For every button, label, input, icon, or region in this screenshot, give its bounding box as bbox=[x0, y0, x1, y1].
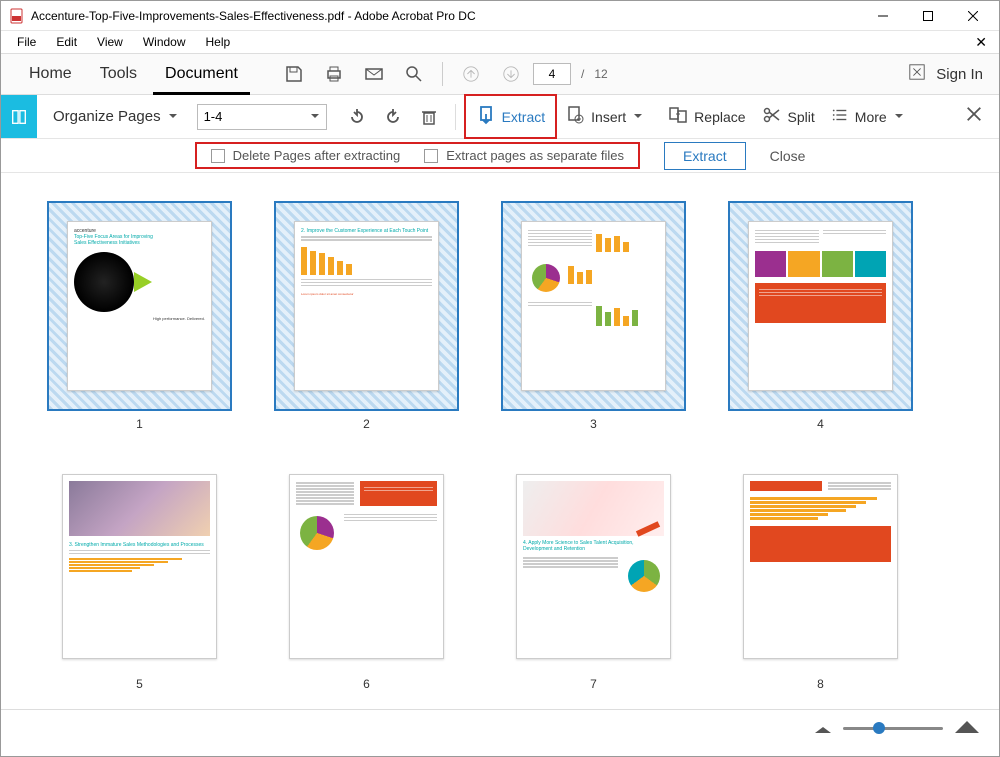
save-icon[interactable] bbox=[284, 64, 304, 84]
page-number: 5 bbox=[136, 677, 143, 691]
primary-toolbar: Home Tools Document / 12 Sign In bbox=[1, 53, 999, 95]
page-total: 12 bbox=[594, 67, 607, 81]
page-number: 4 bbox=[817, 417, 824, 431]
tab-tools[interactable]: Tools bbox=[88, 56, 149, 92]
extract-action-button[interactable]: Extract bbox=[664, 142, 746, 170]
rotate-right-icon[interactable] bbox=[382, 106, 404, 128]
print-icon[interactable] bbox=[324, 64, 344, 84]
organize-side-tab[interactable] bbox=[1, 95, 37, 138]
pdf-file-icon bbox=[9, 8, 25, 24]
search-icon[interactable] bbox=[404, 64, 424, 84]
extract-options-row: Delete Pages after extracting Extract pa… bbox=[1, 139, 999, 173]
window-controls bbox=[860, 2, 995, 30]
replace-button[interactable]: Replace bbox=[660, 101, 753, 132]
close-document-icon[interactable]: ✕ bbox=[965, 32, 993, 53]
separate-files-label: Extract pages as separate files bbox=[446, 148, 624, 163]
close-button[interactable]: Close bbox=[770, 148, 806, 164]
page-thumbnail-8[interactable]: 8 bbox=[728, 461, 913, 691]
checkbox-icon bbox=[424, 149, 438, 163]
page-number: 1 bbox=[136, 417, 143, 431]
separator bbox=[455, 104, 456, 130]
thumbnail-grid[interactable]: accenture Top-Five Focus Areas for Impro… bbox=[1, 173, 999, 709]
split-button[interactable]: Split bbox=[754, 101, 823, 132]
page-thumbnail-4[interactable]: 4 bbox=[728, 201, 913, 431]
chevron-down-icon bbox=[895, 114, 903, 118]
page-separator: / bbox=[581, 67, 584, 81]
rotate-left-icon[interactable] bbox=[346, 106, 368, 128]
organize-toolbar: Organize Pages Extract Insert Replace Sp… bbox=[1, 95, 999, 139]
prev-page-icon[interactable] bbox=[461, 64, 481, 84]
page-number: 7 bbox=[590, 677, 597, 691]
tab-home[interactable]: Home bbox=[17, 56, 84, 92]
chevron-down-icon bbox=[634, 114, 642, 118]
next-page-icon[interactable] bbox=[501, 64, 521, 84]
insert-label: Insert bbox=[591, 109, 626, 125]
extract-icon bbox=[476, 105, 496, 128]
separator bbox=[442, 62, 443, 86]
signin-close-icon[interactable] bbox=[908, 63, 926, 85]
delete-after-checkbox[interactable]: Delete Pages after extracting bbox=[211, 148, 401, 163]
extract-label: Extract bbox=[502, 109, 546, 125]
zoom-out-icon[interactable] bbox=[815, 720, 831, 738]
menu-view[interactable]: View bbox=[87, 33, 133, 51]
tab-document[interactable]: Document bbox=[153, 53, 250, 95]
page-range-input[interactable] bbox=[197, 104, 327, 130]
zoom-slider[interactable] bbox=[843, 727, 943, 730]
page-number: 3 bbox=[590, 417, 597, 431]
page-number: 2 bbox=[363, 417, 370, 431]
delete-after-label: Delete Pages after extracting bbox=[233, 148, 401, 163]
page-number-input[interactable] bbox=[533, 63, 571, 85]
range-dropdown-icon[interactable] bbox=[311, 114, 319, 118]
menu-window[interactable]: Window bbox=[133, 33, 196, 51]
signin-button[interactable]: Sign In bbox=[936, 66, 983, 83]
menu-help[interactable]: Help bbox=[196, 33, 241, 51]
menu-file[interactable]: File bbox=[7, 33, 46, 51]
menu-edit[interactable]: Edit bbox=[46, 33, 87, 51]
insert-icon bbox=[565, 105, 585, 128]
insert-button[interactable]: Insert bbox=[557, 101, 660, 132]
zoom-in-icon[interactable] bbox=[955, 719, 979, 738]
page-thumbnail-3[interactable]: 3 bbox=[501, 201, 686, 431]
close-window-button[interactable] bbox=[950, 2, 995, 30]
window-title: Accenture-Top-Five-Improvements-Sales-Ef… bbox=[31, 9, 860, 23]
close-tool-icon[interactable] bbox=[965, 105, 983, 128]
replace-icon bbox=[668, 105, 688, 128]
list-icon bbox=[831, 106, 849, 127]
scissors-icon bbox=[762, 105, 782, 128]
more-button[interactable]: More bbox=[823, 102, 921, 131]
page-thumbnail-6[interactable]: 6 bbox=[274, 461, 459, 691]
checkbox-icon bbox=[211, 149, 225, 163]
trash-icon[interactable] bbox=[418, 106, 440, 128]
page-thumbnail-1[interactable]: accenture Top-Five Focus Areas for Impro… bbox=[47, 201, 232, 431]
page-thumbnail-7[interactable]: 4. Apply More Science to Sales Talent Ac… bbox=[501, 461, 686, 691]
titlebar: Accenture-Top-Five-Improvements-Sales-Ef… bbox=[1, 1, 999, 31]
split-label: Split bbox=[788, 109, 815, 125]
maximize-button[interactable] bbox=[905, 2, 950, 30]
page-thumbnail-5[interactable]: 3. Strengthen Immature Sales Methodologi… bbox=[47, 461, 232, 691]
signin-area: Sign In bbox=[908, 63, 983, 85]
menubar: File Edit View Window Help ✕ bbox=[1, 31, 999, 53]
minimize-button[interactable] bbox=[860, 2, 905, 30]
extract-options-highlight: Delete Pages after extracting Extract pa… bbox=[195, 142, 640, 169]
page-number: 8 bbox=[817, 677, 824, 691]
separate-files-checkbox[interactable]: Extract pages as separate files bbox=[424, 148, 624, 163]
replace-label: Replace bbox=[694, 109, 745, 125]
zoom-bar bbox=[1, 709, 999, 747]
page-thumbnail-2[interactable]: 2. Improve the Customer Experience at Ea… bbox=[274, 201, 459, 431]
slider-knob[interactable] bbox=[873, 722, 885, 734]
chevron-down-icon bbox=[169, 114, 177, 118]
extract-button[interactable]: Extract bbox=[464, 94, 558, 139]
mail-icon[interactable] bbox=[364, 64, 384, 84]
page-number: 6 bbox=[363, 677, 370, 691]
more-label: More bbox=[855, 109, 887, 125]
organize-label[interactable]: Organize Pages bbox=[37, 108, 167, 125]
